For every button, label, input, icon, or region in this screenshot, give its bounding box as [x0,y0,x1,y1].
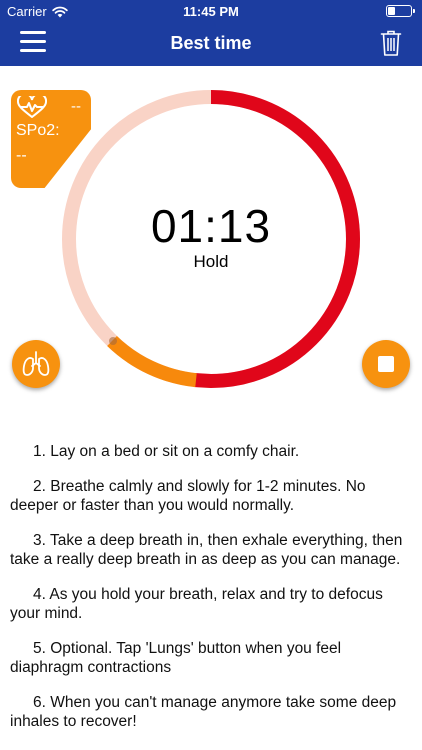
spo2-value: -- [16,147,27,164]
instruction-step: 6. When you can't manage anymore take so… [10,694,397,730]
status-time: 11:45 PM [183,4,239,19]
instruction-step: 4. As you hold your breath, relax and tr… [10,586,383,622]
navigation-bar: Carrier 11:45 PM Best time [0,0,422,66]
instruction-step: 5. Optional. Tap 'Lungs' button when you… [10,640,342,676]
phase-label: Hold [193,252,229,271]
battery-icon [386,5,415,17]
instructions-text: 1. Lay on a bed or sit on a comfy chair.… [10,442,415,747]
instruction-step: 2. Breathe calmly and slowly for 1-2 min… [10,478,366,514]
timer-ring: 01:13 Hold [60,88,362,390]
ring-secondary-arc [107,335,197,388]
spo2-label: SPo2: [16,122,60,139]
trash-icon[interactable] [380,29,402,57]
lungs-button[interactable] [12,340,60,388]
instruction-step: 1. Lay on a bed or sit on a comfy chair. [33,443,300,460]
ring-marker [109,337,117,345]
stop-button[interactable] [362,340,410,388]
heart-rate-value: -- [71,98,81,115]
timer-display: 01:13 [150,200,272,252]
lungs-icon [22,351,50,376]
stop-icon [378,356,394,372]
instruction-step: 3. Take a deep breath in, then exhale ev… [10,532,403,568]
status-bar: Carrier 11:45 PM [0,0,422,22]
page-title: Best time [170,33,252,53]
heart-rate-icon [17,96,47,118]
